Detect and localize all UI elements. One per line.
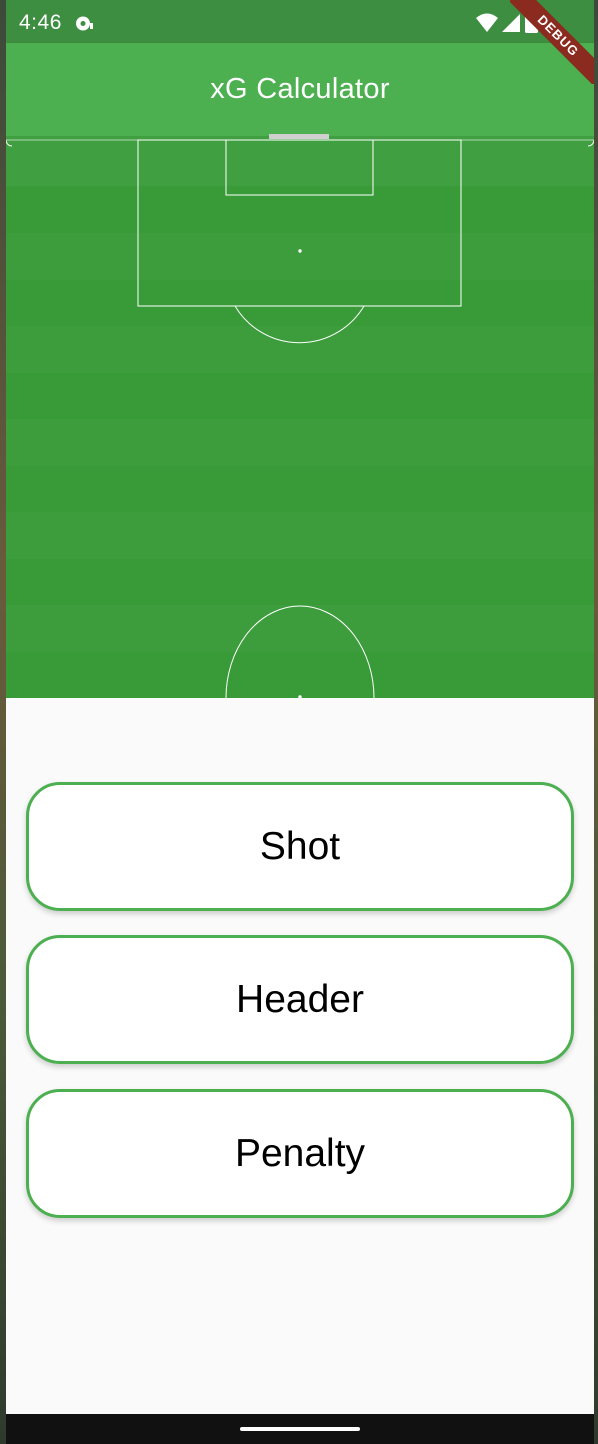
penalty-spot [298, 249, 302, 253]
page-title: xG Calculator [210, 73, 390, 105]
football-pitch[interactable] [6, 136, 594, 698]
penalty-button[interactable]: Penalty [26, 1089, 574, 1218]
navigation-bar [6, 1414, 594, 1444]
home-indicator[interactable] [240, 1427, 360, 1431]
debug-banner: DEBUG [510, 0, 594, 84]
header-button[interactable]: Header [26, 935, 574, 1064]
center-spot [298, 695, 302, 698]
app-bar: xG Calculator [6, 43, 594, 136]
debug-banner-label: DEBUG [510, 0, 594, 84]
app-screen: 4:46 DEBUG xG Calculator Shot Header Pen… [6, 0, 594, 1444]
pitch-drag-handle[interactable] [269, 134, 329, 139]
wifi-icon [476, 13, 498, 32]
app-notification-icon [76, 16, 93, 31]
status-bar: 4:46 [6, 0, 594, 43]
status-time: 4:46 [19, 11, 62, 34]
pitch-stripes [6, 136, 594, 698]
shot-button[interactable]: Shot [26, 782, 574, 911]
